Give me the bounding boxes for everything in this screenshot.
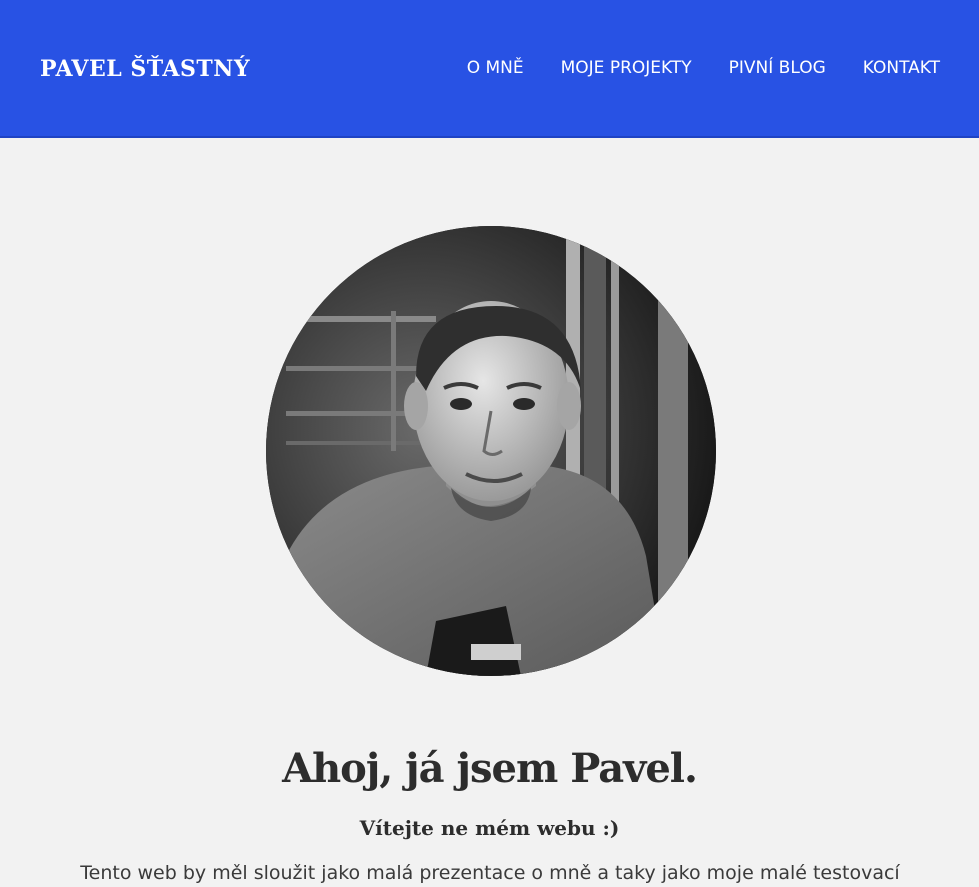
site-header: PAVEL ŠŤASTNÝ O MNĚ MOJE PROJEKTY PIVNÍ … [0, 0, 979, 138]
portrait-image [266, 226, 716, 676]
profile-photo [266, 226, 716, 676]
intro-paragraph: Tento web by měl sloužit jako malá preze… [80, 862, 900, 884]
main-content: Ahoj, já jsem Pavel. Vítejte ne mém webu… [0, 140, 979, 884]
nav-item-moje-projekty[interactable]: MOJE PROJEKTY [561, 55, 692, 81]
main-nav: O MNĚ MOJE PROJEKTY PIVNÍ BLOG KONTAKT [467, 55, 940, 81]
site-logo[interactable]: PAVEL ŠŤASTNÝ [40, 53, 250, 85]
nav-item-pivni-blog[interactable]: PIVNÍ BLOG [729, 55, 826, 81]
nav-item-kontakt[interactable]: KONTAKT [863, 55, 940, 81]
nav-item-o-mne[interactable]: O MNĚ [467, 55, 524, 81]
page-title: Ahoj, já jsem Pavel. [282, 744, 698, 792]
page-subtitle: Vítejte ne mém webu :) [359, 815, 620, 840]
